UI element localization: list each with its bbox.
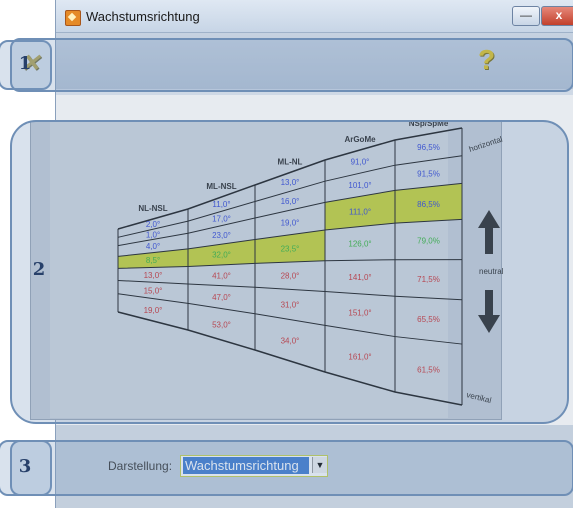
callout-region-1 — [10, 38, 573, 92]
callout-number-3: 3 — [18, 456, 32, 477]
callout-number-1: 1 — [18, 53, 32, 74]
callout-region-3 — [10, 440, 573, 496]
callout-region-2 — [10, 120, 569, 424]
callout-number-2: 2 — [32, 259, 46, 280]
